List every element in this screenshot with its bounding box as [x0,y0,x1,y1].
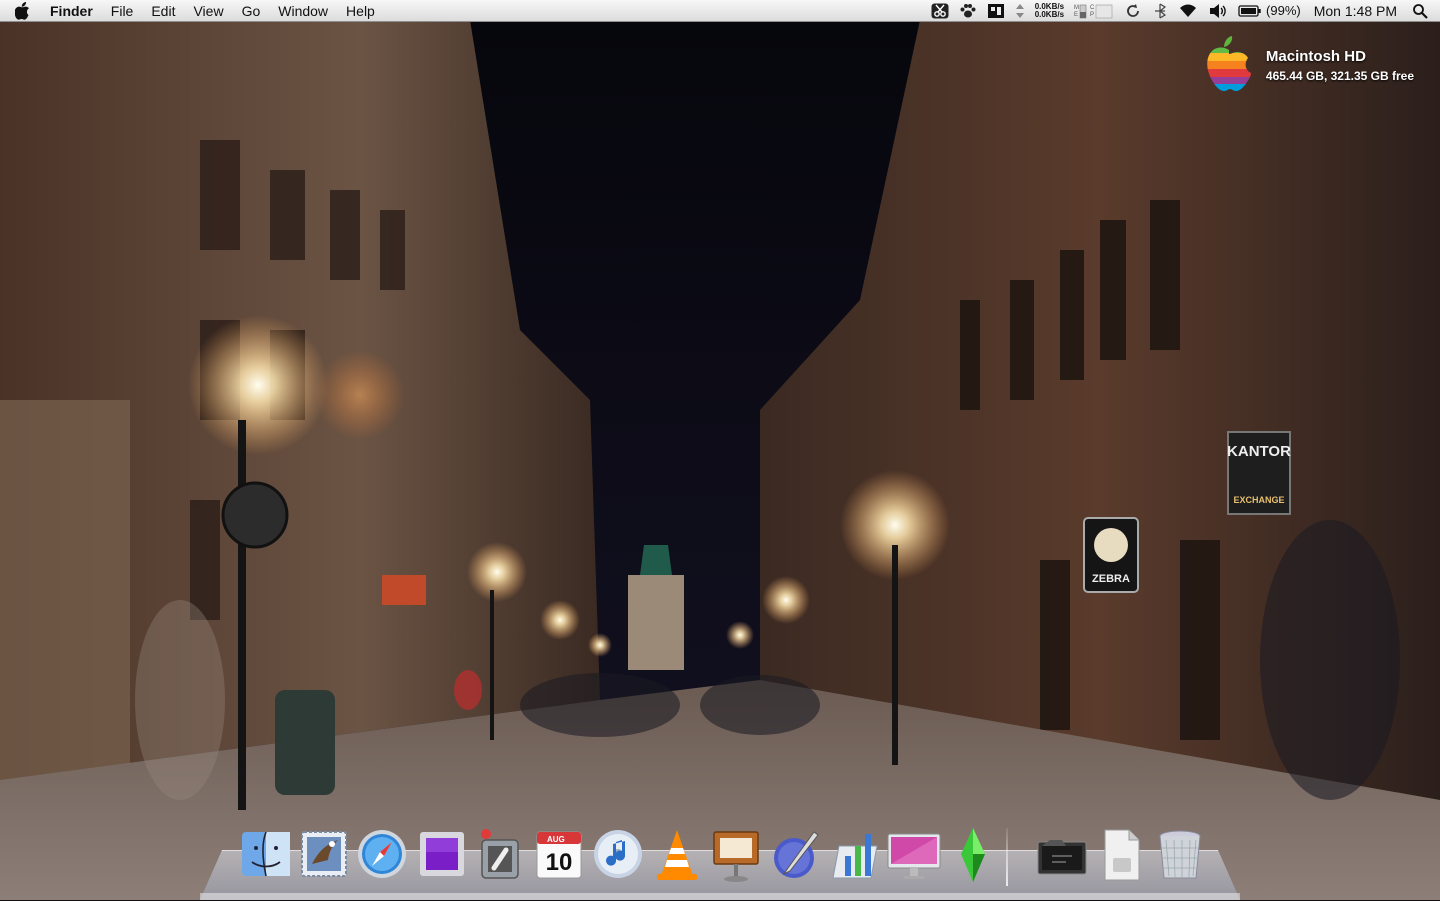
time-machine-icon[interactable] [1124,0,1142,21]
battery-status[interactable]: (99%) [1238,0,1301,21]
wifi-icon[interactable] [1178,0,1198,21]
volume-icon[interactable] [1208,0,1228,21]
menu-edit[interactable]: Edit [142,0,184,22]
disk-name: Macintosh HD [1265,48,1366,65]
vlc-icon[interactable] [649,824,705,884]
svg-text:E: E [1074,12,1078,18]
paw-icon[interactable] [959,0,977,21]
desktop-wallpaper: KANTOR EXCHANGE ZEBRA [0,0,1440,900]
switch-app-icon[interactable] [472,824,528,884]
disk-capacity: 465.44 GB, 321.35 GB free [1265,69,1414,83]
rainbow-apple-icon [1202,34,1256,92]
network-speed: 0.0KB/s 0.0KB/s [1035,0,1064,21]
ical-month: AUG [547,835,565,844]
itunes-icon[interactable] [590,824,646,884]
dock-shelf-edge [200,893,1240,900]
doc-file-icon[interactable] [1093,824,1149,884]
keynote-icon[interactable] [708,824,764,884]
menu-finder[interactable]: Finder [40,0,102,22]
safari-icon[interactable] [354,824,410,884]
mail-icon[interactable] [296,824,352,884]
menu-clock[interactable]: Mon 1:48 PM [1314,0,1397,21]
imac-display-icon[interactable] [886,824,942,884]
macintosh-hd[interactable]: Macintosh HD 465.44 GB, 321.35 GB free [1202,34,1414,92]
menu-go[interactable]: Go [233,0,270,22]
ical-day: 10 [546,849,573,876]
zebra-sign: ZEBRA [1092,573,1130,585]
purple-app-icon[interactable] [414,824,470,884]
scissors-icon[interactable] [931,0,949,21]
menu-view[interactable]: View [184,0,232,22]
dock-separator [1006,828,1008,886]
mem-cpu-gauge-icon[interactable]: ME CP [1074,0,1114,21]
sims-icon[interactable] [945,824,1001,884]
menu-window[interactable]: Window [269,0,337,22]
svg-text:P: P [1090,12,1094,18]
apple-icon[interactable] [6,1,40,20]
menu-bar: Finder File Edit View Go Window Help 0.0… [0,0,1440,22]
svg-text:C: C [1090,5,1095,11]
bluetooth-icon[interactable] [1152,0,1168,21]
pen-app-icon[interactable] [768,824,824,884]
ical-icon[interactable]: AUG 10 [531,824,587,884]
finder-icon[interactable] [238,824,294,884]
network-arrows-icon [1015,0,1025,21]
svg-text:M: M [1074,5,1079,11]
menu-help[interactable]: Help [337,0,384,22]
battery-percent: (99%) [1266,3,1301,18]
menu-file[interactable]: File [102,0,143,22]
net-down-rate: 0.0KB/s [1034,9,1065,19]
exchange-sign: EXCHANGE [1233,495,1284,505]
spotlight-icon[interactable] [1412,0,1428,21]
trash-icon[interactable] [1152,824,1208,884]
media-folder-icon[interactable] [1034,824,1090,884]
istat-icon[interactable] [987,0,1005,21]
battery-icon [1238,4,1261,17]
numbers-icon[interactable] [827,824,883,884]
kantor-sign: KANTOR [1227,443,1291,460]
